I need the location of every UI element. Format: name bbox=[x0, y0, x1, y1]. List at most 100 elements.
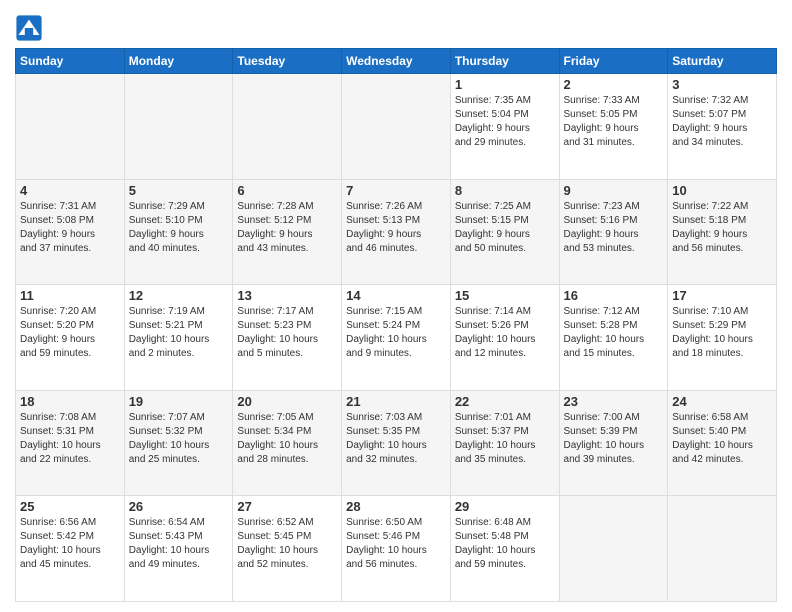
calendar-cell: 6 Sunrise: 7:28 AM Sunset: 5:12 PM Daylig… bbox=[233, 179, 342, 285]
weekday-header-row: SundayMondayTuesdayWednesdayThursdayFrid… bbox=[16, 49, 777, 74]
calendar-cell bbox=[124, 74, 233, 180]
calendar-cell: 9 Sunrise: 7:23 AM Sunset: 5:16 PM Daylig… bbox=[559, 179, 668, 285]
day-number: 5 bbox=[129, 183, 229, 198]
day-number: 14 bbox=[346, 288, 446, 303]
calendar-cell: 24Sunrise: 6:58 AM Sunset: 5:40 PM Dayli… bbox=[668, 390, 777, 496]
day-number: 4 bbox=[20, 183, 120, 198]
calendar-cell: 12Sunrise: 7:19 AM Sunset: 5:21 PM Dayli… bbox=[124, 285, 233, 391]
calendar-cell: 21Sunrise: 7:03 AM Sunset: 5:35 PM Dayli… bbox=[342, 390, 451, 496]
calendar-cell: 5 Sunrise: 7:29 AM Sunset: 5:10 PM Daylig… bbox=[124, 179, 233, 285]
week-row-3: 11 Sunrise: 7:20 AM Sunset: 5:20 PM Dayli… bbox=[16, 285, 777, 391]
day-number: 10 bbox=[672, 183, 772, 198]
day-number: 25 bbox=[20, 499, 120, 514]
weekday-header-wednesday: Wednesday bbox=[342, 49, 451, 74]
day-info: Sunrise: 7:33 AM Sunset: 5:05 PM Dayligh… bbox=[564, 94, 664, 150]
calendar-cell: 13Sunrise: 7:17 AM Sunset: 5:23 PM Dayli… bbox=[233, 285, 342, 391]
calendar-cell: 1 Sunrise: 7:35 AM Sunset: 5:04 PM Daylig… bbox=[450, 74, 559, 180]
calendar-cell bbox=[559, 496, 668, 602]
week-row-2: 4 Sunrise: 7:31 AM Sunset: 5:08 PM Daylig… bbox=[16, 179, 777, 285]
day-number: 1 bbox=[455, 77, 555, 92]
day-number: 21 bbox=[346, 394, 446, 409]
calendar-cell: 28Sunrise: 6:50 AM Sunset: 5:46 PM Dayli… bbox=[342, 496, 451, 602]
calendar-cell bbox=[233, 74, 342, 180]
calendar-cell: 29 Sunrise: 6:48 AM Sunset: 5:48 PM Dayli… bbox=[450, 496, 559, 602]
day-info: Sunrise: 7:14 AM Sunset: 5:26 PM Dayligh… bbox=[455, 305, 555, 361]
weekday-header-friday: Friday bbox=[559, 49, 668, 74]
day-info: Sunrise: 7:15 AM Sunset: 5:24 PM Dayligh… bbox=[346, 305, 446, 361]
day-number: 29 bbox=[455, 499, 555, 514]
calendar-cell: 2 Sunrise: 7:33 AM Sunset: 5:05 PM Daylig… bbox=[559, 74, 668, 180]
calendar-cell: 10 Sunrise: 7:22 AM Sunset: 5:18 PM Dayli… bbox=[668, 179, 777, 285]
day-info: Sunrise: 7:08 AM Sunset: 5:31 PM Dayligh… bbox=[20, 411, 120, 467]
calendar-cell bbox=[16, 74, 125, 180]
calendar-cell: 20 Sunrise: 7:05 AM Sunset: 5:34 PM Dayli… bbox=[233, 390, 342, 496]
calendar-cell: 3 Sunrise: 7:32 AM Sunset: 5:07 PM Daylig… bbox=[668, 74, 777, 180]
calendar-table: SundayMondayTuesdayWednesdayThursdayFrid… bbox=[15, 48, 777, 602]
day-number: 16 bbox=[564, 288, 664, 303]
day-number: 28 bbox=[346, 499, 446, 514]
day-info: Sunrise: 7:28 AM Sunset: 5:12 PM Dayligh… bbox=[237, 200, 337, 256]
day-info: Sunrise: 6:58 AM Sunset: 5:40 PM Dayligh… bbox=[672, 411, 772, 467]
week-row-1: 1 Sunrise: 7:35 AM Sunset: 5:04 PM Daylig… bbox=[16, 74, 777, 180]
day-info: Sunrise: 6:52 AM Sunset: 5:45 PM Dayligh… bbox=[237, 516, 337, 572]
calendar-cell: 11 Sunrise: 7:20 AM Sunset: 5:20 PM Dayli… bbox=[16, 285, 125, 391]
day-number: 17 bbox=[672, 288, 772, 303]
weekday-header-saturday: Saturday bbox=[668, 49, 777, 74]
logo-icon bbox=[15, 14, 43, 42]
calendar-cell: 19Sunrise: 7:07 AM Sunset: 5:32 PM Dayli… bbox=[124, 390, 233, 496]
day-info: Sunrise: 7:32 AM Sunset: 5:07 PM Dayligh… bbox=[672, 94, 772, 150]
day-number: 3 bbox=[672, 77, 772, 92]
day-info: Sunrise: 6:54 AM Sunset: 5:43 PM Dayligh… bbox=[129, 516, 229, 572]
day-info: Sunrise: 7:01 AM Sunset: 5:37 PM Dayligh… bbox=[455, 411, 555, 467]
page: SundayMondayTuesdayWednesdayThursdayFrid… bbox=[0, 0, 792, 612]
day-info: Sunrise: 7:05 AM Sunset: 5:34 PM Dayligh… bbox=[237, 411, 337, 467]
day-number: 26 bbox=[129, 499, 229, 514]
day-info: Sunrise: 6:56 AM Sunset: 5:42 PM Dayligh… bbox=[20, 516, 120, 572]
calendar-cell: 26 Sunrise: 6:54 AM Sunset: 5:43 PM Dayli… bbox=[124, 496, 233, 602]
week-row-5: 25 Sunrise: 6:56 AM Sunset: 5:42 PM Dayli… bbox=[16, 496, 777, 602]
day-number: 7 bbox=[346, 183, 446, 198]
calendar-cell: 8Sunrise: 7:25 AM Sunset: 5:15 PM Daylig… bbox=[450, 179, 559, 285]
weekday-header-tuesday: Tuesday bbox=[233, 49, 342, 74]
calendar-cell: 23 Sunrise: 7:00 AM Sunset: 5:39 PM Dayli… bbox=[559, 390, 668, 496]
day-info: Sunrise: 7:23 AM Sunset: 5:16 PM Dayligh… bbox=[564, 200, 664, 256]
calendar-cell: 17 Sunrise: 7:10 AM Sunset: 5:29 PM Dayli… bbox=[668, 285, 777, 391]
day-info: Sunrise: 7:12 AM Sunset: 5:28 PM Dayligh… bbox=[564, 305, 664, 361]
logo bbox=[15, 14, 45, 42]
day-number: 27 bbox=[237, 499, 337, 514]
day-number: 2 bbox=[564, 77, 664, 92]
day-info: Sunrise: 7:35 AM Sunset: 5:04 PM Dayligh… bbox=[455, 94, 555, 150]
calendar-cell: 27 Sunrise: 6:52 AM Sunset: 5:45 PM Dayli… bbox=[233, 496, 342, 602]
day-number: 20 bbox=[237, 394, 337, 409]
calendar-cell bbox=[342, 74, 451, 180]
day-info: Sunrise: 7:10 AM Sunset: 5:29 PM Dayligh… bbox=[672, 305, 772, 361]
day-number: 9 bbox=[564, 183, 664, 198]
weekday-header-sunday: Sunday bbox=[16, 49, 125, 74]
week-row-4: 18 Sunrise: 7:08 AM Sunset: 5:31 PM Dayli… bbox=[16, 390, 777, 496]
day-number: 11 bbox=[20, 288, 120, 303]
day-info: Sunrise: 7:29 AM Sunset: 5:10 PM Dayligh… bbox=[129, 200, 229, 256]
calendar-cell: 14 Sunrise: 7:15 AM Sunset: 5:24 PM Dayli… bbox=[342, 285, 451, 391]
calendar-cell: 15 Sunrise: 7:14 AM Sunset: 5:26 PM Dayli… bbox=[450, 285, 559, 391]
day-info: Sunrise: 7:00 AM Sunset: 5:39 PM Dayligh… bbox=[564, 411, 664, 467]
weekday-header-monday: Monday bbox=[124, 49, 233, 74]
day-number: 6 bbox=[237, 183, 337, 198]
calendar-cell: 25 Sunrise: 6:56 AM Sunset: 5:42 PM Dayli… bbox=[16, 496, 125, 602]
day-info: Sunrise: 7:07 AM Sunset: 5:32 PM Dayligh… bbox=[129, 411, 229, 467]
day-info: Sunrise: 7:26 AM Sunset: 5:13 PM Dayligh… bbox=[346, 200, 446, 256]
calendar-cell bbox=[668, 496, 777, 602]
calendar-cell: 16 Sunrise: 7:12 AM Sunset: 5:28 PM Dayli… bbox=[559, 285, 668, 391]
weekday-header-thursday: Thursday bbox=[450, 49, 559, 74]
header bbox=[15, 10, 777, 42]
calendar-cell: 7 Sunrise: 7:26 AM Sunset: 5:13 PM Daylig… bbox=[342, 179, 451, 285]
day-number: 15 bbox=[455, 288, 555, 303]
day-info: Sunrise: 7:31 AM Sunset: 5:08 PM Dayligh… bbox=[20, 200, 120, 256]
day-info: Sunrise: 7:17 AM Sunset: 5:23 PM Dayligh… bbox=[237, 305, 337, 361]
day-info: Sunrise: 7:20 AM Sunset: 5:20 PM Dayligh… bbox=[20, 305, 120, 361]
day-info: Sunrise: 7:22 AM Sunset: 5:18 PM Dayligh… bbox=[672, 200, 772, 256]
day-number: 18 bbox=[20, 394, 120, 409]
day-number: 23 bbox=[564, 394, 664, 409]
day-info: Sunrise: 6:48 AM Sunset: 5:48 PM Dayligh… bbox=[455, 516, 555, 572]
day-info: Sunrise: 7:25 AM Sunset: 5:15 PM Dayligh… bbox=[455, 200, 555, 256]
day-number: 22 bbox=[455, 394, 555, 409]
